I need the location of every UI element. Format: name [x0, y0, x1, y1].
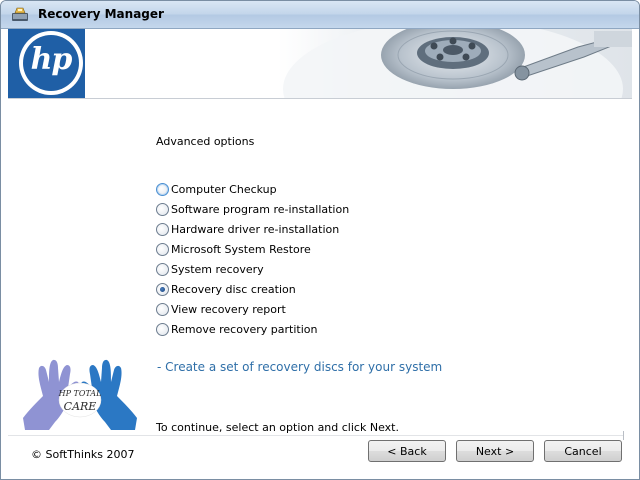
option-label: Computer Checkup — [171, 182, 277, 196]
radio-button[interactable] — [156, 182, 169, 196]
radio-button[interactable] — [156, 322, 169, 336]
option-hardware-driver-reinstall[interactable]: Hardware driver re-installation — [156, 219, 349, 239]
option-label: Hardware driver re-installation — [171, 222, 340, 236]
option-recovery-disc-creation[interactable]: Recovery disc creation — [156, 279, 349, 299]
logo-text-line2: CARE — [64, 400, 97, 413]
hard-disk-image — [278, 29, 632, 98]
footer-divider — [8, 435, 624, 436]
option-view-recovery-report[interactable]: View recovery report — [156, 299, 349, 319]
option-description: - Create a set of recovery discs for you… — [157, 360, 443, 374]
option-label: Remove recovery partition — [171, 322, 318, 336]
next-button[interactable]: Next > — [456, 440, 534, 462]
window-title: Recovery Manager — [38, 7, 164, 21]
radio-button[interactable] — [156, 222, 169, 236]
option-label: Software program re-installation — [171, 202, 350, 216]
radio-button-selected[interactable] — [156, 282, 169, 296]
recovery-manager-window: Recovery Manager hp Advanced options Com… — [0, 0, 640, 480]
option-label: View recovery report — [171, 302, 286, 316]
radio-button[interactable] — [156, 302, 169, 316]
hp-total-care-logo: HP TOTAL CARE — [23, 359, 137, 430]
radio-button[interactable] — [156, 202, 169, 216]
copyright-text: © SoftThinks 2007 — [31, 448, 135, 461]
radio-button[interactable] — [156, 262, 169, 276]
option-software-reinstall[interactable]: Software program re-installation — [156, 199, 349, 219]
cancel-button[interactable]: Cancel — [544, 440, 622, 462]
hp-logo: hp — [8, 29, 85, 98]
option-label: Recovery disc creation — [171, 282, 296, 296]
radio-button[interactable] — [156, 242, 169, 256]
options-radio-group: Computer Checkup Software program re-ins… — [156, 179, 349, 339]
recovery-manager-app-icon — [12, 7, 28, 21]
option-system-restore[interactable]: Microsoft System Restore — [156, 239, 349, 259]
option-label: Microsoft System Restore — [171, 242, 311, 256]
title-bar[interactable]: Recovery Manager — [1, 1, 639, 29]
advanced-options-label: Advanced options — [156, 135, 255, 148]
logo-text-line1: HP TOTAL — [58, 389, 102, 398]
back-button[interactable]: < Back — [368, 440, 446, 462]
option-label: System recovery — [171, 262, 264, 276]
hp-logo-text: hp — [30, 42, 73, 77]
option-computer-checkup[interactable]: Computer Checkup — [156, 179, 349, 199]
option-remove-recovery-partition[interactable]: Remove recovery partition — [156, 319, 349, 339]
header-banner: hp — [8, 29, 632, 99]
option-system-recovery[interactable]: System recovery — [156, 259, 349, 279]
instruction-text: To continue, select an option and click … — [156, 421, 399, 434]
